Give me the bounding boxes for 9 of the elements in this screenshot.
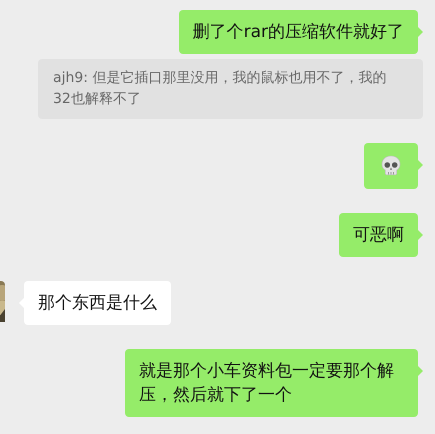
message-bubble: 删了个rar的压缩软件就好了	[178, 10, 418, 54]
quoted-message: ajh9: 但是它插口那里没用，我的鼠标也用不了，我的32也解释不了	[38, 59, 423, 119]
bubble-tail	[418, 27, 423, 37]
message-bubble: 可恶啊	[339, 213, 418, 257]
bubble-tail	[418, 230, 423, 240]
message-bubble: 那个东西是什么	[24, 281, 171, 325]
message-bubble: 就是那个小车资料包一定要那个解压，然后就下了一个	[125, 349, 418, 417]
bubble-tail	[418, 366, 423, 376]
skull-icon	[380, 155, 402, 177]
